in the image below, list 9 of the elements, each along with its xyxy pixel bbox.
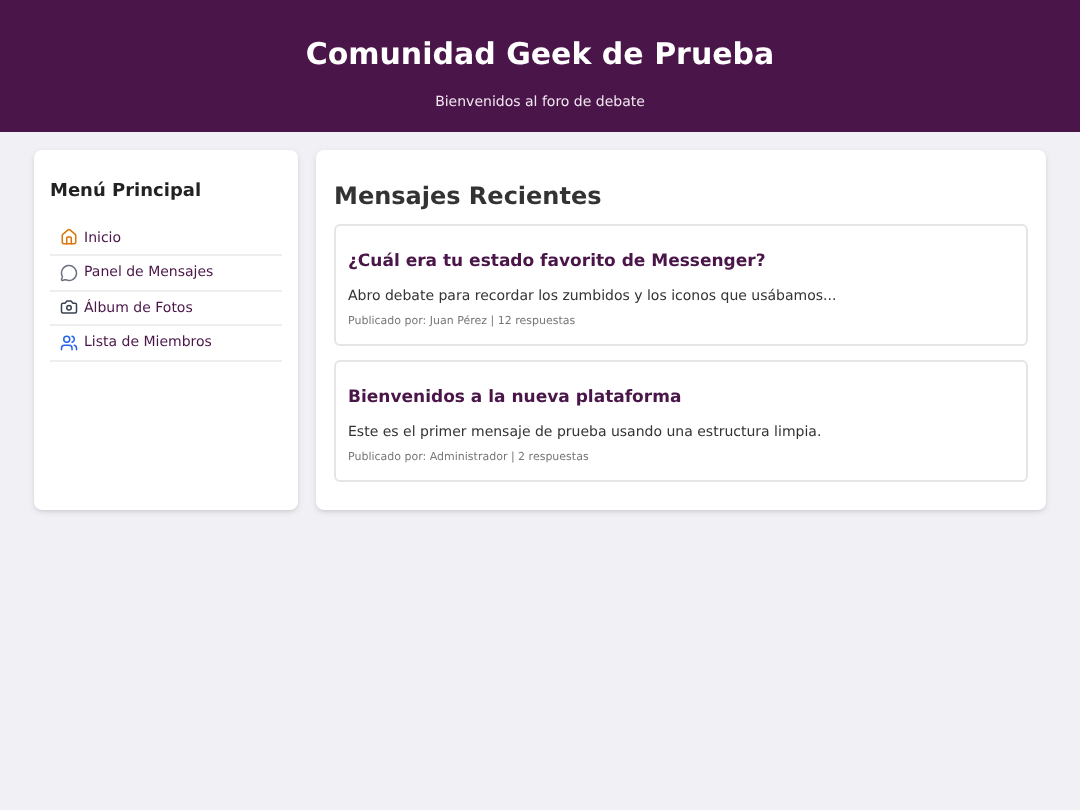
speech-bubble-icon (60, 263, 78, 282)
camera-icon (60, 298, 78, 317)
users-icon (60, 333, 78, 352)
house-icon (60, 228, 78, 247)
post-title[interactable]: Bienvenidos a la nueva plataforma (348, 388, 1014, 410)
sidebar-title: Menú Principal (50, 180, 204, 206)
section-title: Mensajes Recientes (334, 180, 604, 212)
post-title[interactable]: ¿Cuál era tu estado favorito de Messenger? (348, 252, 1014, 274)
site-title: Comunidad Geek de Prueba (305, 34, 775, 74)
